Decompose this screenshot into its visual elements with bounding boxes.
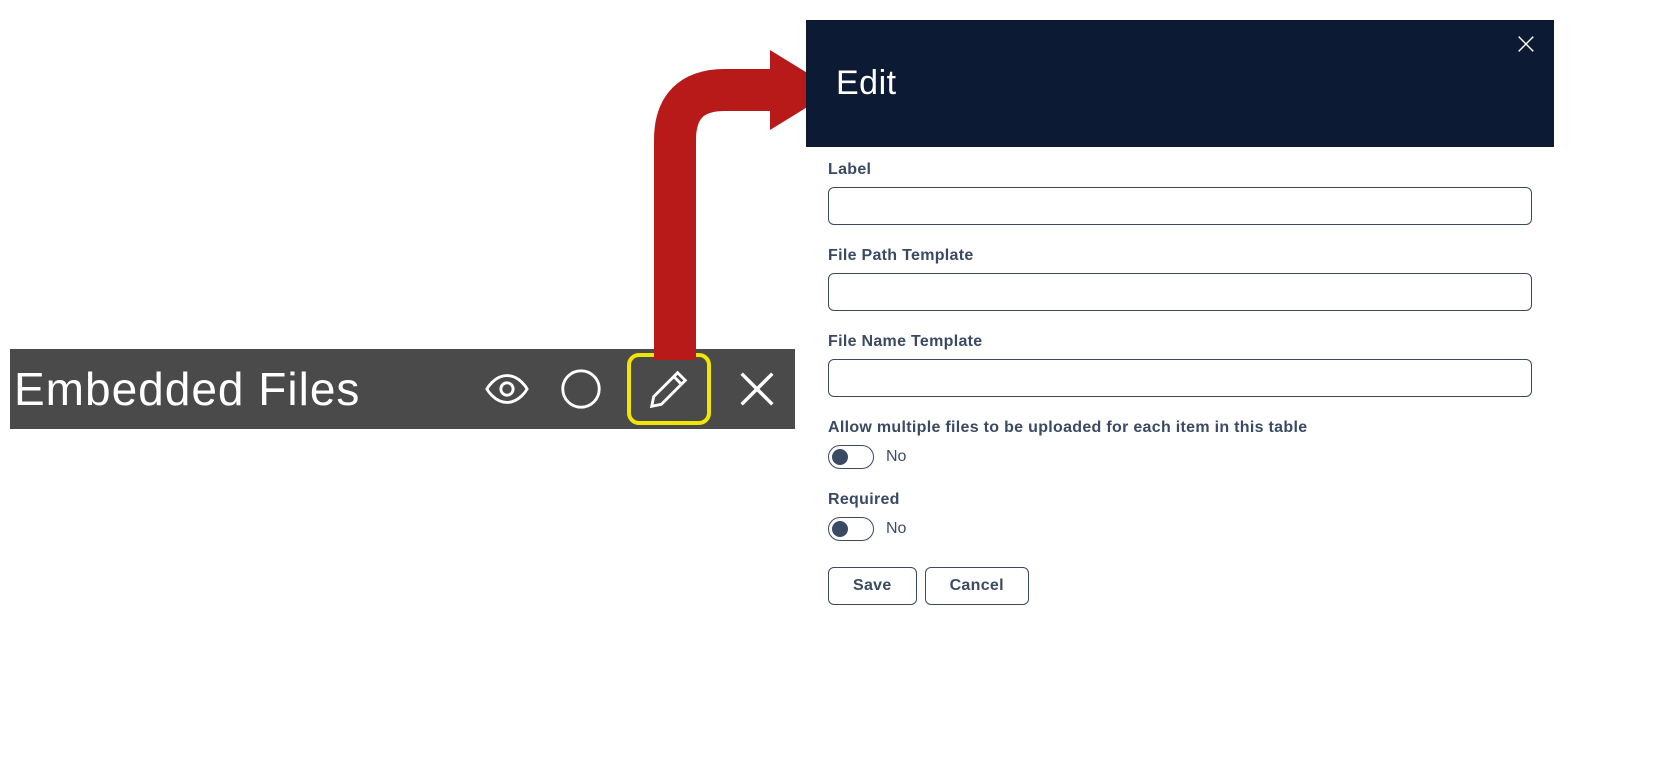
close-icon[interactable]: [1512, 30, 1540, 58]
panel-body: Label File Path Template File Name Templ…: [806, 147, 1554, 625]
toggle-knob-icon: [832, 521, 848, 537]
file-name-template-input[interactable]: [828, 359, 1532, 397]
cancel-button[interactable]: Cancel: [925, 567, 1029, 605]
required-label: Required: [828, 491, 1532, 509]
field-label-group: Label: [828, 161, 1532, 225]
file-path-template-label: File Path Template: [828, 247, 1532, 265]
edit-panel: Edit Label File Path Template File Name …: [806, 20, 1554, 625]
pencil-icon[interactable]: [641, 361, 697, 417]
field-file-name-group: File Name Template: [828, 333, 1532, 397]
panel-header: Edit: [806, 20, 1554, 147]
toggle-knob-icon: [832, 449, 848, 465]
field-allow-multiple-group: Allow multiple files to be uploaded for …: [828, 419, 1532, 469]
save-button[interactable]: Save: [828, 567, 917, 605]
file-name-template-label: File Name Template: [828, 333, 1532, 351]
embedded-files-toolbar: Embedded Files: [10, 349, 795, 429]
required-toggle-row: No: [828, 517, 1532, 541]
field-file-path-group: File Path Template: [828, 247, 1532, 311]
panel-title: Edit: [836, 64, 897, 103]
allow-multiple-label: Allow multiple files to be uploaded for …: [828, 419, 1532, 437]
button-row: Save Cancel: [828, 567, 1532, 605]
eye-icon[interactable]: [479, 361, 535, 417]
required-value: No: [886, 520, 906, 538]
file-path-template-input[interactable]: [828, 273, 1532, 311]
allow-multiple-value: No: [886, 448, 906, 466]
circle-icon[interactable]: [553, 361, 609, 417]
field-required-group: Required No: [828, 491, 1532, 541]
edit-icon-highlight: [627, 353, 711, 425]
allow-multiple-toggle-row: No: [828, 445, 1532, 469]
toolbar-title: Embedded Files: [14, 362, 360, 416]
toolbar-icons: [479, 353, 785, 425]
required-toggle[interactable]: [828, 517, 874, 541]
label-field-label: Label: [828, 161, 1532, 179]
allow-multiple-toggle[interactable]: [828, 445, 874, 469]
label-input[interactable]: [828, 187, 1532, 225]
close-x-icon[interactable]: [729, 361, 785, 417]
